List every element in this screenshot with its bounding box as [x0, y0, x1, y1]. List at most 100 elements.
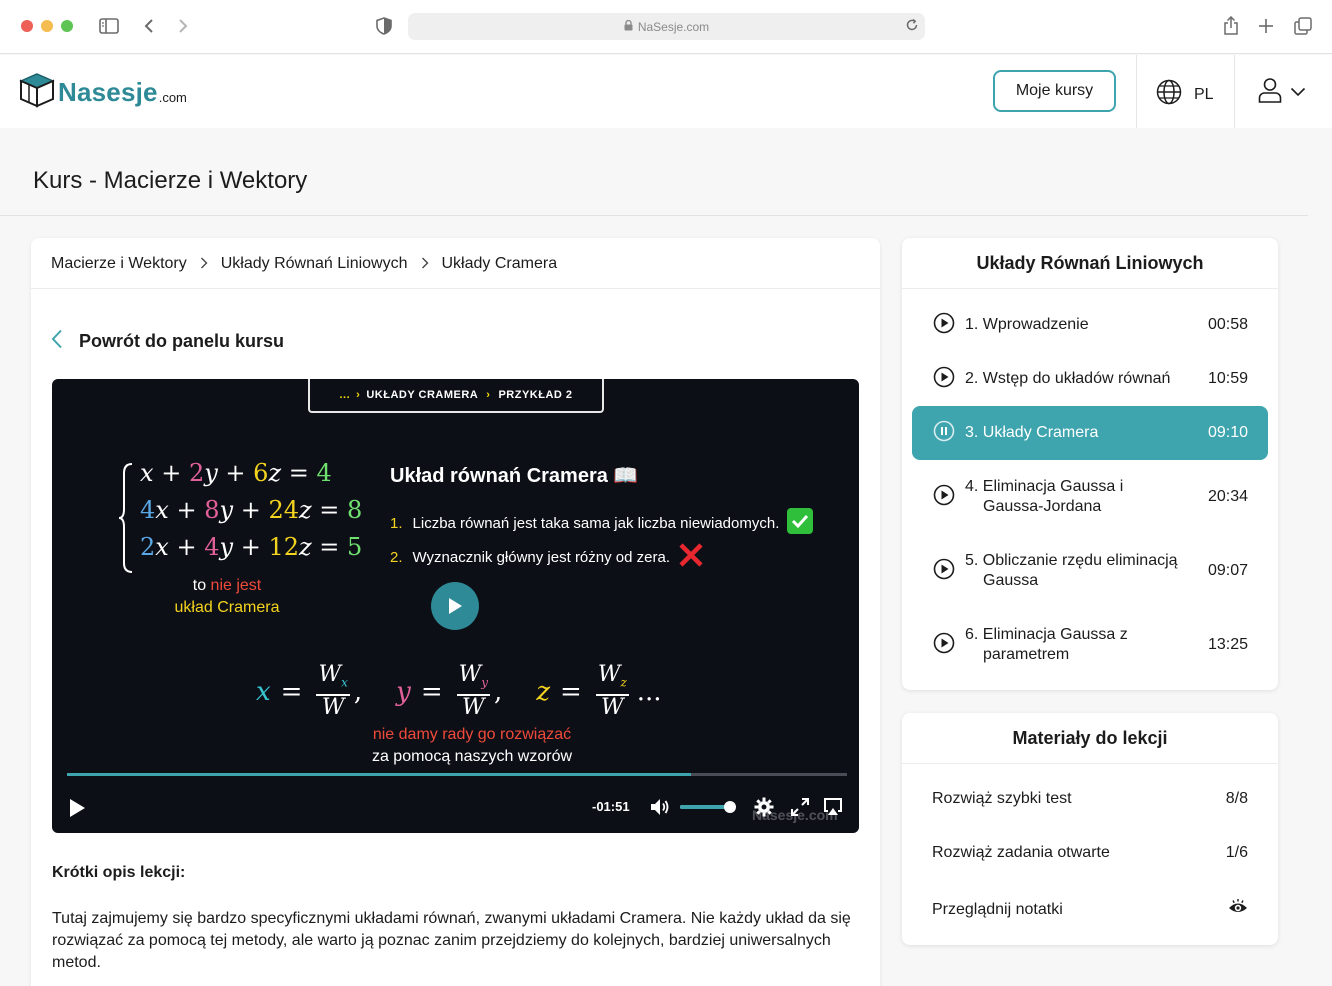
logo-cube-icon	[18, 72, 56, 113]
volume-slider[interactable]	[680, 801, 736, 813]
share-icon[interactable]	[1219, 14, 1243, 38]
logo-text: Nasesje	[58, 77, 158, 107]
material-score: 8/8	[1225, 790, 1248, 807]
logo[interactable]: Nasesje .com	[18, 72, 187, 113]
material-label: Przeglądnij notatki	[932, 900, 1063, 918]
divider	[1136, 55, 1137, 128]
video-note-formulas: nie damy rady go rozwiązać za pomocą nas…	[371, 726, 573, 765]
cramer-formula: x = Wx W , y = Wy W , z = Wz W ...	[256, 662, 662, 721]
breadcrumb-item[interactable]: Macierze i Wektory	[51, 255, 187, 273]
volume-knob[interactable]	[723, 801, 736, 813]
language-label: PL	[1194, 85, 1214, 103]
lesson-title: 3. Układy Cramera	[965, 424, 1099, 441]
breadcrumb: Macierze i Wektory Układy Równań Liniowy…	[51, 255, 557, 273]
lesson-item[interactable]: 5. Obliczanie rzędu eliminacją Gaussa 09:…	[912, 540, 1268, 602]
time-remaining: -01:51	[592, 799, 630, 814]
back-link-label: Powrót do panelu kursu	[79, 331, 285, 351]
close-window-button[interactable]	[21, 20, 33, 32]
sidebar-toggle-icon[interactable]	[97, 14, 121, 38]
condition-item: 2. Wyznacznik główny jest różny od zera.	[390, 542, 704, 572]
equation-row: 2x + 4y + 12z = 5	[140, 533, 363, 561]
lessons-panel: Układy Równań Liniowych 1. Wprowadzenie …	[902, 238, 1278, 690]
video-breadcrumb: ... › UKŁADY CRAMERA › PRZYKŁAD 2	[308, 379, 604, 413]
description-text: Tutaj zajmujemy się bardzo specyficznymi…	[52, 910, 851, 971]
video-progress-fill	[67, 773, 691, 776]
user-icon	[1258, 77, 1282, 108]
url-text: NaSesje.com	[637, 19, 710, 34]
lesson-item[interactable]: 4. Eliminacja Gaussa i Gaussa-Jordana 20:…	[912, 466, 1268, 528]
breadcrumb-item[interactable]: Układy Równań Liniowych	[221, 255, 408, 273]
new-tab-icon[interactable]	[1254, 14, 1278, 38]
lessons-panel-title: Układy Równań Liniowych	[902, 238, 1278, 289]
lesson-duration: 09:10	[1207, 424, 1248, 441]
maximize-window-button[interactable]	[61, 20, 73, 32]
play-circle-icon	[933, 366, 955, 393]
video-crumb-part1: UKŁADY CRAMERA	[366, 389, 479, 401]
logo-domain: .com	[158, 90, 187, 105]
divider	[0, 215, 1308, 216]
play-overlay-button[interactable]	[431, 582, 479, 630]
user-menu[interactable]	[1258, 77, 1306, 108]
lesson-title: 6. Eliminacja Gaussa z parametrem	[965, 626, 1128, 663]
play-circle-icon	[933, 484, 955, 511]
back-to-course-link[interactable]: Powrót do panelu kursu	[51, 329, 284, 354]
lesson-duration: 13:25	[1207, 636, 1248, 653]
privacy-shield-icon[interactable]	[372, 14, 396, 38]
my-courses-button[interactable]: Moje kursy	[993, 70, 1116, 112]
chevron-left-icon	[51, 329, 63, 354]
material-item-open-tasks[interactable]: Rozwiąż zadania otwarte 1/6	[932, 844, 1248, 862]
chevron-right-icon: ›	[356, 389, 361, 401]
lesson-item[interactable]: 1. Wprowadzenie 00:58	[912, 298, 1268, 352]
lock-icon	[624, 19, 633, 34]
pause-circle-icon	[933, 420, 955, 447]
material-item-notes[interactable]: Przeglądnij notatki	[932, 898, 1248, 921]
condition-item: 1. Liczba równań jest taka sama jak licz…	[390, 508, 814, 538]
video-crumb-ellipsis: ...	[339, 389, 351, 401]
equation-row: 4x + 8y + 24z = 8	[140, 496, 363, 524]
video-player[interactable]: ... › UKŁADY CRAMERA › PRZYKŁAD 2 x + 2y…	[52, 379, 859, 833]
language-selector[interactable]: PL	[1156, 79, 1214, 110]
lesson-duration: 09:07	[1207, 562, 1248, 579]
play-icon	[70, 799, 85, 817]
video-slide-title: Układ równań Cramera 📖	[390, 465, 639, 487]
lesson-item[interactable]: 2. Wstęp do układów równań 10:59	[912, 352, 1268, 406]
material-label: Rozwiąż zadania otwarte	[932, 844, 1110, 861]
material-score: 1/6	[1225, 844, 1248, 861]
brace-icon	[118, 463, 133, 573]
description-heading: Krótki opis lekcji:	[52, 864, 186, 881]
materials-panel-title: Materiały do lekcji	[902, 713, 1278, 764]
minimize-window-button[interactable]	[41, 20, 53, 32]
lesson-title: 1. Wprowadzenie	[965, 316, 1089, 333]
lesson-item[interactable]: 6. Eliminacja Gaussa z parametrem 13:25	[912, 614, 1268, 676]
reload-icon[interactable]	[905, 18, 919, 35]
material-label: Rozwiąż szybki test	[932, 790, 1072, 807]
chevron-down-icon	[1290, 84, 1306, 102]
tabs-overview-icon[interactable]	[1291, 14, 1315, 38]
play-button[interactable]	[68, 798, 86, 823]
forward-icon[interactable]	[171, 14, 195, 38]
video-crumb-part2: PRZYKŁAD 2	[498, 389, 573, 401]
equation-row: x + 2y + 6z = 4	[140, 459, 332, 487]
video-progress-bar[interactable]	[67, 773, 847, 776]
video-note-cramer: to nie jest układ Cramera	[174, 577, 280, 616]
lesson-item-active[interactable]: 3. Układy Cramera 09:10	[912, 406, 1268, 460]
globe-icon	[1156, 79, 1182, 110]
materials-panel: Materiały do lekcji Rozwiąż szybki test …	[902, 713, 1278, 945]
play-circle-icon	[933, 558, 955, 585]
page-title: Kurs - Macierze i Wektory	[33, 167, 308, 194]
play-circle-icon	[933, 632, 955, 659]
back-icon[interactable]	[137, 14, 161, 38]
divider	[31, 288, 880, 289]
address-bar[interactable]: NaSesje.com	[408, 13, 925, 40]
volume-icon[interactable]	[650, 798, 670, 821]
chevron-right-icon	[200, 256, 208, 272]
book-icon: 📖	[613, 465, 639, 487]
material-item-quick-test[interactable]: Rozwiąż szybki test 8/8	[932, 790, 1248, 808]
breadcrumb-item[interactable]: Układy Cramera	[442, 255, 558, 273]
lesson-card: Macierze i Wektory Układy Równań Liniowy…	[31, 238, 880, 986]
lesson-duration: 10:59	[1207, 370, 1248, 387]
volume-level	[680, 805, 730, 809]
lesson-title: 5. Obliczanie rzędu eliminacją Gaussa	[965, 552, 1178, 589]
play-circle-icon	[933, 312, 955, 339]
cross-icon	[678, 542, 704, 572]
